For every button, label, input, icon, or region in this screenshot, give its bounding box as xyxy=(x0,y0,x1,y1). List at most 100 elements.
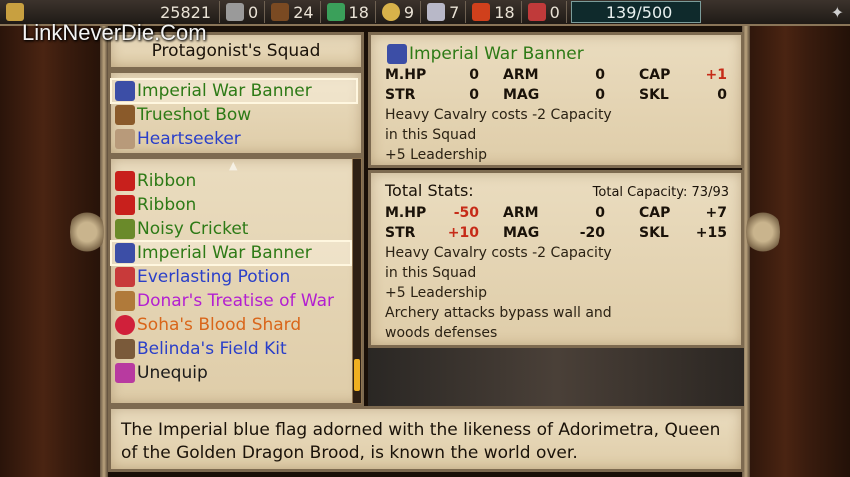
effect-line: +5 Leadership xyxy=(385,147,488,163)
inventory-item-name: Noisy Cricket xyxy=(137,219,249,239)
potion-icon xyxy=(115,267,135,287)
field-kit-icon xyxy=(115,339,135,359)
watermark: LinkNeverDie.Com xyxy=(22,20,207,45)
stat-value: +7 xyxy=(705,205,727,221)
resource-5: 7 xyxy=(421,1,467,23)
stat-value: 0 xyxy=(469,67,479,83)
stat-value: +1 xyxy=(705,67,727,83)
stat-label: STR xyxy=(385,87,416,103)
equipped-slot-2[interactable]: Trueshot Bow xyxy=(111,103,361,127)
total-stats-panel: Total Stats: Total Capacity: 73/93 M.HP … xyxy=(368,170,744,348)
star-icon: ✦ xyxy=(830,2,844,22)
effect-line: Heavy Cavalry costs -2 Capacity xyxy=(385,245,612,261)
stat-value: 0 xyxy=(595,87,605,103)
total-capacity: Total Capacity: 73/93 xyxy=(592,185,729,200)
inventory-item-name: Ribbon xyxy=(137,195,197,215)
background-scene xyxy=(368,348,744,406)
inventory-item-name: Imperial War Banner xyxy=(137,243,312,263)
resource-6-value: 18 xyxy=(494,2,515,22)
inventory-item[interactable]: Belinda's Field Kit xyxy=(111,337,361,361)
stat-value: 0 xyxy=(595,205,605,221)
steel-icon xyxy=(427,3,446,21)
ribbon-icon xyxy=(115,195,135,215)
banner-icon xyxy=(115,81,135,101)
scrollbar-thumb[interactable] xyxy=(354,359,360,391)
description-line: of the Golden Dragon Brood, is known the… xyxy=(121,443,578,463)
capacity-value: 139/500 xyxy=(605,2,673,22)
banner-icon xyxy=(387,44,407,64)
equipped-item-name: Heartseeker xyxy=(137,129,241,149)
inventory-item[interactable]: Ribbon xyxy=(111,169,361,193)
effect-line: in this Squad xyxy=(385,265,477,281)
stat-value: 0 xyxy=(717,87,727,103)
stat-label: CAP xyxy=(639,205,671,221)
inventory-item-name: Everlasting Potion xyxy=(137,267,291,287)
resource-3-value: 18 xyxy=(348,2,369,22)
scroll-up-icon[interactable]: ▲ xyxy=(229,159,237,172)
stat-label: MAG xyxy=(503,87,540,103)
inventory-item-name: Donar's Treatise of War xyxy=(137,291,335,311)
inventory-scrollbar[interactable] xyxy=(352,158,362,404)
rune-icon xyxy=(381,3,400,21)
inventory-item-name: Soha's Blood Shard xyxy=(137,315,302,335)
resource-4: 9 xyxy=(376,1,422,23)
inventory-panel: ▲ Ribbon Ribbon Noisy Cricket Imperial W… xyxy=(108,156,364,406)
stat-label: CAP xyxy=(639,67,671,83)
capacity-counter: 139/500 xyxy=(570,1,702,23)
equipped-slot-1[interactable]: Imperial War Banner xyxy=(110,78,358,104)
effect-line: +5 Leadership xyxy=(385,285,488,301)
fire-icon xyxy=(472,3,491,21)
inventory-item[interactable]: Noisy Cricket xyxy=(111,217,361,241)
stat-value: -50 xyxy=(453,205,479,221)
description-line: The Imperial blue flag adorned with the … xyxy=(121,420,721,440)
banner-icon xyxy=(115,243,135,263)
blood-shard-icon xyxy=(115,315,135,335)
gold-value: 25821 xyxy=(160,2,211,22)
equipped-item-name: Trueshot Bow xyxy=(137,105,252,125)
resource-2: 24 xyxy=(265,1,321,23)
item-detail-panel: Imperial War Banner M.HP 0 ARM 0 CAP +1 … xyxy=(368,32,744,168)
stat-value: -20 xyxy=(579,225,605,241)
equipped-slot-3[interactable]: Heartseeker xyxy=(111,127,361,151)
item-detail-title: Imperial War Banner xyxy=(381,43,741,65)
stat-label: M.HP xyxy=(385,205,427,221)
inventory-item[interactable]: Donar's Treatise of War xyxy=(111,289,361,313)
effect-line: Archery attacks bypass wall and xyxy=(385,305,612,321)
iron-ingot-icon xyxy=(226,3,244,21)
inventory-item[interactable]: Ribbon xyxy=(111,193,361,217)
equipped-panel: Imperial War Banner Trueshot Bow Heartse… xyxy=(108,70,364,156)
ornament-right-icon xyxy=(746,205,780,259)
gem-icon xyxy=(326,3,345,21)
scroll-icon xyxy=(115,291,135,311)
item-detail-name: Imperial War Banner xyxy=(409,44,584,64)
stat-value: +10 xyxy=(447,225,479,241)
inventory-item-name: Belinda's Field Kit xyxy=(137,339,287,359)
stat-value: 0 xyxy=(595,67,605,83)
stat-value: +15 xyxy=(695,225,727,241)
ribbon-icon xyxy=(115,171,135,191)
stat-label: M.HP xyxy=(385,67,427,83)
potion-icon xyxy=(527,3,546,21)
unequip-option[interactable]: Unequip xyxy=(111,361,361,385)
inventory-item[interactable]: Everlasting Potion xyxy=(111,265,361,289)
resource-2-value: 24 xyxy=(293,2,314,22)
inventory-item-name: Unequip xyxy=(137,363,208,383)
equipped-item-name: Imperial War Banner xyxy=(137,81,312,101)
inventory-item-selected[interactable]: Imperial War Banner xyxy=(110,240,352,266)
total-stats-header: Total Stats: Total Capacity: 73/93 xyxy=(381,181,741,203)
stat-label: ARM xyxy=(503,205,539,221)
resource-3: 18 xyxy=(321,1,376,23)
cricket-icon xyxy=(115,219,135,239)
inventory-item[interactable]: Soha's Blood Shard xyxy=(111,313,361,337)
item-description-panel: The Imperial blue flag adorned with the … xyxy=(108,406,744,472)
resource-5-value: 7 xyxy=(449,2,460,22)
total-stats-title: Total Stats: xyxy=(385,181,474,200)
total-stats: M.HP -50 ARM 0 CAP +7 STR +10 MAG -20 SK… xyxy=(385,203,741,243)
wood-log-icon xyxy=(271,3,290,21)
stat-value: 0 xyxy=(469,87,479,103)
gold-coins-icon xyxy=(6,3,24,21)
resource-7-value: 0 xyxy=(549,2,560,22)
stat-label: SKL xyxy=(639,225,669,241)
resource-4-value: 9 xyxy=(403,2,415,22)
bow-icon xyxy=(115,105,135,125)
